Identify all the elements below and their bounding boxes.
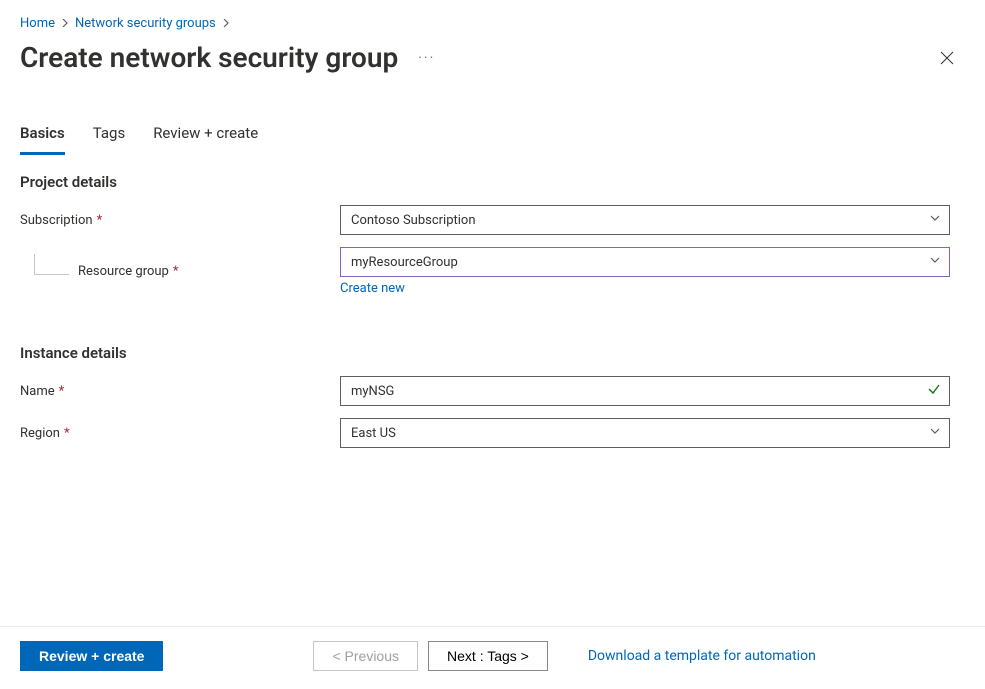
breadcrumb-home[interactable]: Home	[20, 16, 55, 31]
tabs: Basics Tags Review + create	[20, 118, 965, 155]
close-icon[interactable]	[929, 44, 965, 72]
tab-tags[interactable]: Tags	[93, 118, 125, 155]
label-resource-group: Resource group	[78, 264, 169, 279]
page-title: Create network security group	[20, 41, 398, 74]
breadcrumb: Home Network security groups	[20, 16, 965, 31]
download-template-link[interactable]: Download a template for automation	[588, 648, 816, 664]
tab-basics[interactable]: Basics	[20, 118, 65, 155]
previous-button: < Previous	[313, 641, 418, 671]
name-value: myNSG	[351, 384, 394, 399]
breadcrumb-nsg[interactable]: Network security groups	[75, 16, 216, 31]
required-indicator: *	[64, 426, 70, 441]
chevron-down-icon	[929, 425, 941, 441]
next-button[interactable]: Next : Tags >	[428, 641, 548, 671]
required-indicator: *	[173, 264, 179, 279]
label-name: Name	[20, 384, 55, 399]
region-value: East US	[351, 426, 396, 441]
subscription-value: Contoso Subscription	[351, 213, 476, 228]
label-subscription: Subscription	[20, 213, 93, 228]
required-indicator: *	[97, 213, 103, 228]
label-region: Region	[20, 426, 60, 441]
resource-group-select[interactable]: myResourceGroup	[340, 247, 950, 277]
more-icon[interactable]: ···	[414, 50, 439, 66]
section-instance-details: Instance details	[20, 344, 965, 362]
chevron-down-icon	[929, 212, 941, 228]
create-new-link[interactable]: Create new	[340, 281, 405, 296]
chevron-right-icon	[222, 16, 230, 31]
footer-bar: Review + create < Previous Next : Tags >…	[0, 626, 985, 689]
section-project-details: Project details	[20, 173, 965, 191]
name-input[interactable]: myNSG	[340, 376, 950, 406]
chevron-right-icon	[61, 16, 69, 31]
checkmark-icon	[927, 382, 941, 400]
region-select[interactable]: East US	[340, 418, 950, 448]
required-indicator: *	[59, 384, 65, 399]
tab-review-create[interactable]: Review + create	[153, 118, 258, 155]
subscription-select[interactable]: Contoso Subscription	[340, 205, 950, 235]
chevron-down-icon	[929, 254, 941, 270]
resource-group-value: myResourceGroup	[351, 255, 458, 270]
review-create-button[interactable]: Review + create	[20, 641, 163, 671]
